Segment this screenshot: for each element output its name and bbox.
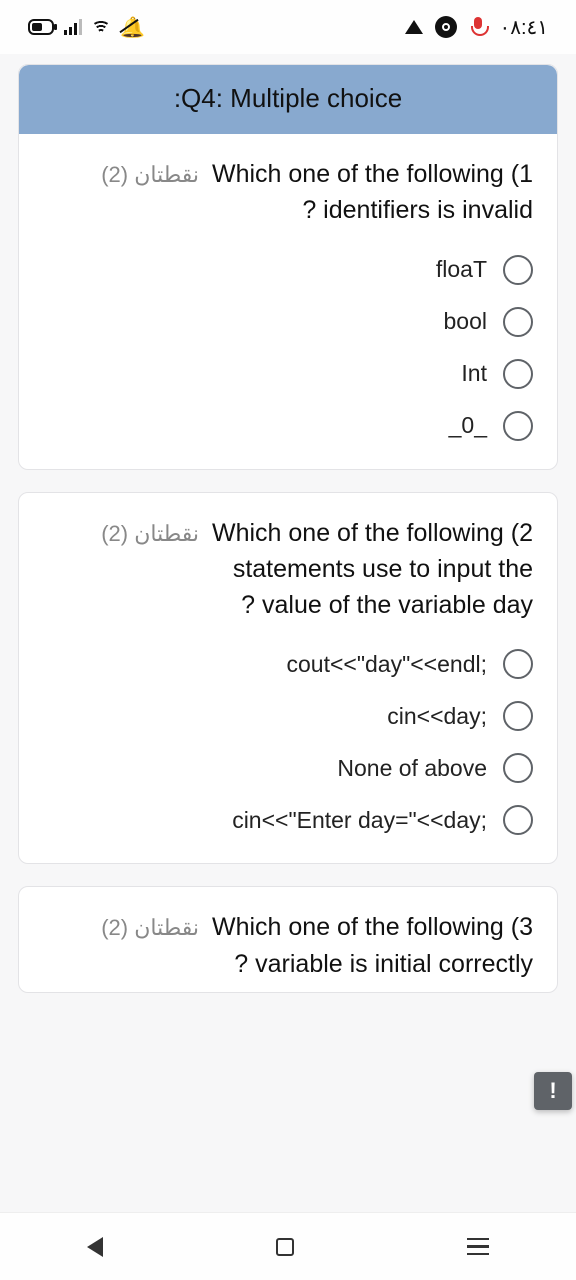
options-list-1: floaT bool Int _0_	[43, 255, 533, 441]
option-label: cout<<"day"<<endl;	[287, 651, 488, 678]
status-left: 🔔	[28, 15, 145, 40]
option-cin-enter-day[interactable]: cin<<"Enter day="<<day;	[232, 805, 533, 835]
status-right: ٠٨:٤١	[405, 15, 548, 40]
wifi-icon	[92, 20, 110, 34]
option-floaT[interactable]: floaT	[436, 255, 533, 285]
option-bool[interactable]: bool	[444, 307, 533, 337]
home-button[interactable]	[276, 1238, 294, 1256]
question-card-1: :Q4: Multiple choice نقطتان (2) Which on…	[18, 64, 558, 470]
option-label: bool	[444, 308, 487, 335]
option-underscore0[interactable]: _0_	[449, 411, 533, 441]
report-problem-button[interactable]: !	[534, 1072, 572, 1110]
question-card-3: نقطتان (2) Which one of the following (3…	[18, 886, 558, 993]
option-none[interactable]: None of above	[337, 753, 533, 783]
radio-icon	[503, 701, 533, 731]
section-header: :Q4: Multiple choice	[19, 65, 557, 134]
battery-icon	[28, 19, 54, 35]
exclamation-icon: !	[549, 1078, 556, 1104]
question-card-2: نقطتان (2) Which one of the following (2…	[18, 492, 558, 865]
radio-icon	[503, 307, 533, 337]
signal-icon	[64, 19, 82, 35]
system-nav-bar	[0, 1212, 576, 1280]
option-cout-day[interactable]: cout<<"day"<<endl;	[287, 649, 534, 679]
radio-icon	[503, 411, 533, 441]
google-lens-icon	[435, 16, 457, 38]
question-text-2: نقطتان (2) Which one of the following (2…	[43, 515, 533, 624]
clock: ٠٨:٤١	[499, 15, 548, 40]
points-label: نقطتان (2)	[101, 162, 199, 187]
recents-button[interactable]	[467, 1238, 489, 1256]
status-bar: 🔔 ٠٨:٤١	[0, 0, 576, 54]
question-text-1: نقطتان (2) Which one of the following (1…	[43, 156, 533, 229]
radio-icon	[503, 255, 533, 285]
mic-icon	[469, 17, 487, 37]
radio-icon	[503, 753, 533, 783]
radio-icon	[503, 359, 533, 389]
option-label: Int	[461, 360, 487, 387]
option-Int[interactable]: Int	[461, 359, 533, 389]
option-label: cin<<"Enter day="<<day;	[232, 807, 487, 834]
option-label: floaT	[436, 256, 487, 283]
points-label: نقطتان (2)	[101, 915, 199, 940]
notifications-off-icon: 🔔	[120, 15, 145, 40]
phone-frame: 🔔 ٠٨:٤١ :Q4: Multiple choice نقطتان (2) …	[0, 0, 576, 1280]
radio-icon	[503, 649, 533, 679]
app-content: :Q4: Multiple choice نقطتان (2) Which on…	[0, 54, 576, 1212]
option-label: None of above	[337, 755, 487, 782]
option-label: _0_	[449, 412, 487, 439]
options-list-2: cout<<"day"<<endl; cin<<day; None of abo…	[43, 649, 533, 835]
back-button[interactable]	[87, 1237, 103, 1257]
option-label: cin<<day;	[387, 703, 487, 730]
points-label: نقطتان (2)	[101, 521, 199, 546]
question-text-3: نقطتان (2) Which one of the following (3…	[43, 909, 533, 982]
option-cin-day[interactable]: cin<<day;	[387, 701, 533, 731]
radio-icon	[503, 805, 533, 835]
dark-mode-icon	[405, 20, 423, 34]
